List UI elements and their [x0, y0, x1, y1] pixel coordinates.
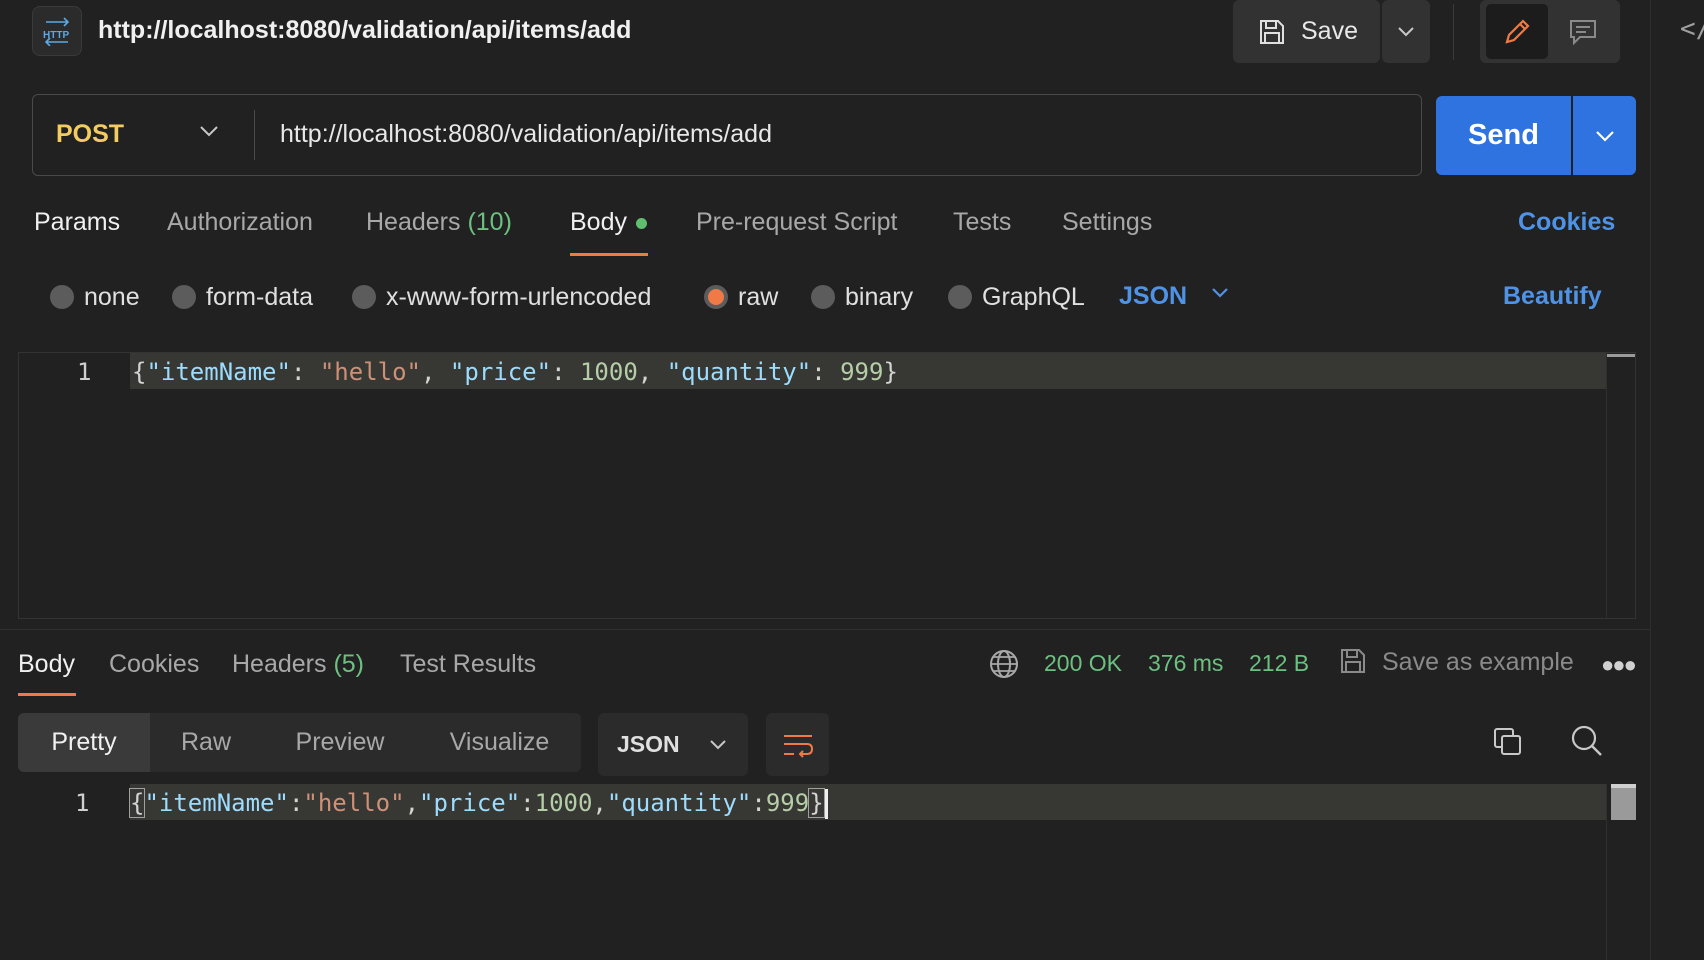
tab-headers-label: Headers [366, 208, 461, 236]
request-body-editor[interactable] [18, 352, 1636, 619]
body-modified-dot [635, 217, 647, 229]
response-active-tab-indicator [18, 693, 76, 696]
save-icon [1260, 19, 1284, 44]
toolbar-divider [1453, 4, 1454, 60]
request-response-divider[interactable] [0, 629, 1650, 630]
radio-x-www-form-urlencoded[interactable]: x-www-form-urlencoded [352, 282, 651, 312]
url-separator [254, 110, 255, 160]
tab-body-label: Body [570, 208, 627, 236]
send-options-dropdown[interactable] [1573, 96, 1636, 175]
text-cursor [824, 789, 828, 819]
radio-icon [50, 285, 74, 309]
radio-selected-icon [704, 285, 728, 309]
response-scrollbar[interactable] [1611, 784, 1636, 820]
response-tab-cookies[interactable]: Cookies [109, 650, 199, 679]
globe-icon[interactable] [988, 648, 1020, 685]
copy-icon[interactable] [1492, 726, 1524, 763]
format-pretty[interactable]: Pretty [18, 713, 150, 772]
comments-button[interactable] [1552, 4, 1614, 59]
tab-pre-request-script[interactable]: Pre-request Script [696, 208, 897, 237]
chevron-down-icon [1595, 130, 1614, 142]
chevron-down-icon[interactable] [198, 124, 220, 143]
chevron-down-icon[interactable] [1210, 286, 1230, 305]
tab-params[interactable]: Params [34, 208, 120, 237]
request-body-code[interactable]: {"itemName": "hello", "price": 1000, "qu… [132, 358, 898, 386]
radio-binary[interactable]: binary [811, 282, 913, 312]
response-status[interactable]: 200 OK [1044, 650, 1122, 677]
comment-icon [1570, 19, 1596, 45]
response-headers-count: (5) [333, 650, 365, 678]
code-snippet-icon[interactable]: </ [1680, 14, 1704, 44]
tab-settings[interactable]: Settings [1062, 208, 1152, 237]
radio-none[interactable]: none [50, 282, 140, 312]
format-preview[interactable]: Preview [276, 713, 404, 772]
response-tab-body[interactable]: Body [18, 650, 75, 679]
save-as-example-button[interactable]: Save as example [1382, 648, 1574, 677]
radio-label: raw [738, 282, 779, 311]
edit-mode-button[interactable] [1486, 4, 1548, 59]
radio-icon [352, 285, 376, 309]
headers-count: (10) [467, 208, 512, 236]
response-time[interactable]: 376 ms [1148, 650, 1223, 677]
tab-headers[interactable]: Headers (10) [366, 208, 512, 237]
radio-label: binary [845, 282, 914, 311]
radio-icon [811, 285, 835, 309]
tab-body[interactable]: Body [570, 208, 647, 237]
active-tab-indicator [570, 253, 648, 256]
editor-scrollbar[interactable] [1607, 354, 1635, 357]
request-title[interactable]: http://localhost:8080/validation/api/ite… [98, 16, 631, 45]
url-input[interactable]: http://localhost:8080/validation/api/ite… [280, 120, 772, 149]
tab-authorization[interactable]: Authorization [167, 208, 313, 237]
radio-label: x-www-form-urlencoded [386, 282, 652, 311]
save-options-dropdown[interactable] [1382, 0, 1430, 63]
radio-form-data[interactable]: form-data [172, 282, 313, 312]
response-tab-test-results[interactable]: Test Results [400, 650, 536, 679]
cookies-link[interactable]: Cookies [1518, 208, 1615, 237]
beautify-button[interactable]: Beautify [1503, 282, 1602, 311]
tab-tests[interactable]: Tests [953, 208, 1011, 237]
send-button[interactable]: Send [1436, 96, 1571, 175]
radio-icon [172, 285, 196, 309]
response-size[interactable]: 212 B [1249, 650, 1309, 677]
right-sidebar-divider [1650, 0, 1651, 960]
more-options-icon[interactable]: ●●● [1601, 652, 1637, 678]
format-raw[interactable]: Raw [150, 713, 262, 772]
save-label: Save [1301, 17, 1358, 45]
method-selector[interactable]: POST [56, 120, 124, 149]
wrap-lines-button[interactable] [766, 713, 829, 776]
radio-graphql[interactable]: GraphQL [948, 282, 1085, 312]
response-line-number: 1 [75, 789, 90, 817]
svg-text:HTTP: HTTP [43, 30, 69, 41]
wrap-lines-icon [783, 734, 813, 758]
response-tab-headers[interactable]: Headers (5) [232, 650, 364, 679]
radio-label: form-data [206, 282, 313, 311]
radio-label: none [84, 282, 140, 311]
response-tab-headers-label: Headers [232, 650, 327, 678]
search-icon[interactable] [1570, 724, 1604, 763]
radio-label: GraphQL [982, 282, 1085, 311]
http-request-icon: HTTP [32, 6, 82, 56]
chevron-down-icon [1398, 26, 1414, 36]
chevron-down-icon [709, 739, 726, 749]
editor-scroll-track [1606, 353, 1607, 618]
body-language-selector[interactable]: JSON [1119, 282, 1187, 311]
save-button[interactable]: Save [1233, 0, 1380, 63]
format-visualize[interactable]: Visualize [432, 713, 567, 772]
response-language-selector[interactable]: JSON [598, 713, 748, 776]
save-example-icon [1338, 646, 1368, 681]
response-scroll-track [1606, 784, 1607, 960]
radio-icon [948, 285, 972, 309]
response-body-code[interactable]: {"itemName":"hello","price":1000,"quanti… [128, 788, 828, 819]
line-number: 1 [77, 358, 92, 386]
pencil-icon [1505, 18, 1530, 44]
radio-raw[interactable]: raw [704, 282, 778, 312]
response-language-label: JSON [617, 731, 680, 757]
http-arrows-icon: HTTP [43, 17, 69, 46]
